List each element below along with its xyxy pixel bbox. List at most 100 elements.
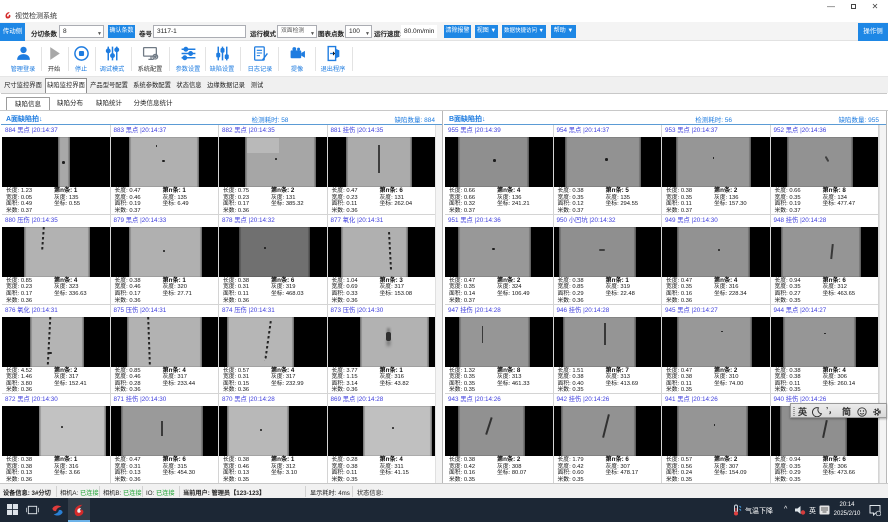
subtab-4[interactable]: 分类信息统计 (129, 97, 177, 111)
strips-count-select[interactable]: 8▼ (59, 25, 104, 38)
tab-5[interactable]: 状态信息 (174, 79, 204, 93)
task-view-icon[interactable] (26, 504, 39, 516)
defect-tile[interactable]: 951 黑点 |20:14:36 长度: 0.47 宽度: 0.35 面积: 0… (445, 215, 554, 305)
defect-tile-header: 947 挂伤 |20:14:28 (445, 305, 553, 317)
defect-info: 长度: 4.52 宽度: 1.46 面积: 3.80 米数: 0.36 第n条:… (2, 367, 110, 395)
tab-1[interactable]: 尺寸监控界面 (2, 79, 44, 93)
notification-center-icon[interactable] (869, 504, 881, 516)
toolbar-button-8[interactable]: 日志记录 (242, 44, 278, 75)
defect-mark (260, 429, 262, 431)
maximize-button[interactable] (844, 1, 862, 12)
defect-tile[interactable]: 950 小凹坑 |20:14:32 长度: 0.38 宽度: 0.85 面积: … (554, 215, 663, 305)
active-app-task-button[interactable] (68, 498, 90, 522)
volume-icon[interactable] (795, 505, 806, 515)
data-quick-access-button[interactable]: 数据快捷访问 ▼ (502, 25, 546, 38)
tab-2[interactable]: 缺陷监控界面 (45, 78, 87, 93)
roll-number-input[interactable]: 3117-1 (153, 25, 246, 38)
gear-icon[interactable] (872, 407, 882, 417)
scrollbar[interactable] (435, 125, 442, 484)
defect-tile[interactable]: 947 挂伤 |20:14:28 长度: 1.32 宽度: 0.35 面积: 0… (445, 305, 554, 395)
clear-alarm-button[interactable]: 清除报警 (444, 25, 471, 38)
defect-tile[interactable]: 941 黑点 |20:14:26 长度: 0.57 宽度: 0.56 面积: 0… (662, 394, 771, 484)
taskbar-clock[interactable]: 20:14 2025/2/10 (830, 501, 864, 519)
defect-tile[interactable]: 942 挂伤 |20:14:26 长度: 1.79 宽度: 0.42 面积: 0… (554, 394, 663, 484)
defect-tile[interactable]: 871 挂伤 |20:14:30 长度: 0.47 宽度: 0.31 面积: 0… (111, 394, 220, 484)
scrollbar[interactable] (879, 125, 886, 484)
start-button-icon[interactable] (7, 504, 18, 515)
defect-monitor-content: A面缺陷拍↓检测耗时: 58缺陷数量: 884 884 黑点 |20:14:37… (0, 110, 888, 483)
subtab-2[interactable]: 缺陷分布 (51, 97, 89, 111)
tab-3[interactable]: 产品型号配置 (88, 79, 130, 93)
toolbar-button-6[interactable]: 参数设置 (170, 44, 206, 75)
defect-measurements: 长度: 0.38 宽度: 0.42 面积: 0.16 米数: 0.35 (449, 457, 475, 483)
status-item-3: 相机B: 已连接 (103, 488, 142, 497)
defect-tile[interactable]: 945 黑点 |20:14:27 长度: 0.47 宽度: 0.38 面积: 0… (662, 305, 771, 395)
defect-tile[interactable]: 872 黑点 |20:14:30 长度: 0.38 宽度: 0.38 面积: 0… (2, 394, 111, 484)
defect-coord-value: 坐标: 232.99 (271, 381, 304, 387)
confirm-strips-button[interactable]: 确认条数 (108, 25, 135, 38)
thermometer-icon[interactable] (730, 504, 742, 516)
toolbar-button-9[interactable]: 提像 (279, 44, 315, 75)
drive-side-button[interactable]: 传动侧 (0, 23, 25, 41)
toolbar-button-4[interactable]: 调试模式 (94, 44, 130, 75)
defect-tile[interactable]: 955 黑点 |20:14:39 长度: 0.66 宽度: 0.66 面积: 0… (445, 125, 554, 215)
defect-strip-number: 第n条: 4 (163, 367, 186, 374)
defect-tile[interactable]: 881 挂伤 |20:14:35 长度: 0.47 宽度: 0.23 面积: 0… (328, 125, 437, 215)
moon-icon[interactable] (812, 407, 822, 417)
defect-tile[interactable]: 882 黑点 |20:14:35 长度: 0.75 宽度: 0.23 面积: 0… (219, 125, 328, 215)
defect-tile[interactable]: 953 黑点 |20:14:37 长度: 0.38 宽度: 0.35 面积: 0… (662, 125, 771, 215)
ime-mode-button[interactable]: 英 (798, 405, 807, 418)
operator-side-button[interactable]: 操作侧 (858, 23, 888, 41)
defect-tile[interactable]: 884 黑点 |20:14:37 长度: 1.23 宽度: 0.05 面积: 0… (2, 125, 111, 215)
ime-punctuation-button[interactable]: ’， (826, 405, 836, 416)
defect-tile[interactable]: 876 氧化 |20:14:31 长度: 4.52 宽度: 1.46 面积: 3… (2, 305, 111, 395)
ime-indicator[interactable]: 英 (809, 506, 816, 516)
toolbar-button-7[interactable]: 缺陷设置 (204, 44, 240, 75)
defect-tile[interactable]: 873 压伤 |20:14:30 长度: 3.77 宽度: 1.15 面积: 3… (328, 305, 437, 395)
minimize-button[interactable]: — (822, 1, 840, 12)
defect-tile[interactable]: 878 黑点 |20:14:32 长度: 0.38 宽度: 0.31 面积: 0… (219, 215, 328, 305)
defect-tile[interactable]: 879 黑点 |20:14:33 长度: 0.38 宽度: 0.46 面积: 0… (111, 215, 220, 305)
defect-position: 第n条: 1 灰度: 316 坐标: 3.66 (54, 457, 80, 477)
toolbar-button-5[interactable]: 系统配置 (132, 44, 168, 75)
defect-tile[interactable]: 877 氧化 |20:14:31 长度: 1.04 宽度: 0.69 面积: 0… (328, 215, 437, 305)
view-menu-button[interactable]: 视图 ▼ (475, 25, 498, 38)
emoji-icon[interactable] (857, 407, 867, 417)
subtab-3[interactable]: 缺陷统计 (90, 97, 128, 111)
defect-tile[interactable]: 883 黑点 |20:14:37 长度: 0.47 宽度: 0.46 面积: 0… (111, 125, 220, 215)
help-menu-button[interactable]: 帮助 ▼ (551, 25, 576, 38)
defect-tile[interactable]: 948 挂伤 |20:14:28 长度: 0.94 宽度: 0.35 面积: 0… (771, 215, 880, 305)
toolbar-label: 提像 (279, 64, 315, 73)
defect-tile[interactable]: 949 黑点 |20:14:30 长度: 0.47 宽度: 0.35 面积: 0… (662, 215, 771, 305)
tab-7[interactable]: 测试 (248, 79, 266, 93)
ime-language-bar[interactable]: 英 ’， 简 (790, 403, 887, 418)
defect-measurements: 长度: 1.32 宽度: 0.35 面积: 0.35 米数: 0.35 (449, 368, 475, 394)
subtab-1[interactable]: 缺陷信息 (6, 97, 50, 111)
defect-tile[interactable]: 869 黑点 |20:14:28 长度: 0.28 宽度: 0.38 面积: 0… (328, 394, 437, 484)
ime-lang-button[interactable]: 简 (842, 405, 851, 418)
close-button[interactable]: ✕ (866, 1, 884, 12)
run-mode-select[interactable]: 双面检测▼ (277, 25, 317, 38)
defect-tile[interactable]: 943 黑点 |20:14:26 长度: 0.38 宽度: 0.42 面积: 0… (445, 394, 554, 484)
defect-gray-value: 灰度: 136 (714, 195, 739, 201)
defect-tile[interactable]: 944 黑点 |20:14:27 长度: 0.38 宽度: 0.38 面积: 0… (771, 305, 880, 395)
weather-text[interactable]: 气温下降 (745, 506, 773, 516)
ime-drag-handle[interactable] (793, 407, 795, 416)
tab-4[interactable]: 系统参数配置 (131, 79, 173, 93)
chart-points-select[interactable]: 100▼ (345, 25, 372, 38)
defect-tile[interactable]: 874 压伤 |20:14:31 长度: 0.57 宽度: 0.31 面积: 0… (219, 305, 328, 395)
defect-tile[interactable]: 880 压伤 |20:14:35 长度: 0.85 宽度: 0.23 面积: 0… (2, 215, 111, 305)
tab-6[interactable]: 边缘数据记录 (205, 79, 247, 93)
defect-tile[interactable]: 952 黑点 |20:14:36 长度: 0.66 宽度: 0.35 面积: 0… (771, 125, 880, 215)
defect-tile[interactable]: 946 挂伤 |20:14:28 长度: 1.51 宽度: 0.38 面积: 0… (554, 305, 663, 395)
toolbar-button-10[interactable]: 退出程序 (315, 44, 351, 75)
defect-image (2, 137, 110, 187)
defect-tile[interactable]: 875 压伤 |20:14:31 长度: 0.85 宽度: 0.46 面积: 0… (111, 305, 220, 395)
defect-tile[interactable]: 870 黑点 |20:14:28 长度: 0.38 宽度: 0.46 面积: 0… (219, 394, 328, 484)
defect-strip-number: 第n条: 1 (54, 456, 77, 463)
tray-expand-icon[interactable]: ^ (784, 506, 787, 513)
pinned-app-icon[interactable] (50, 503, 65, 518)
defect-strip-number: 第n条: 6 (380, 187, 403, 194)
defect-tile[interactable]: 954 黑点 |20:14:37 长度: 0.38 宽度: 0.35 面积: 0… (554, 125, 663, 215)
keyboard-tray-icon[interactable] (819, 505, 830, 515)
